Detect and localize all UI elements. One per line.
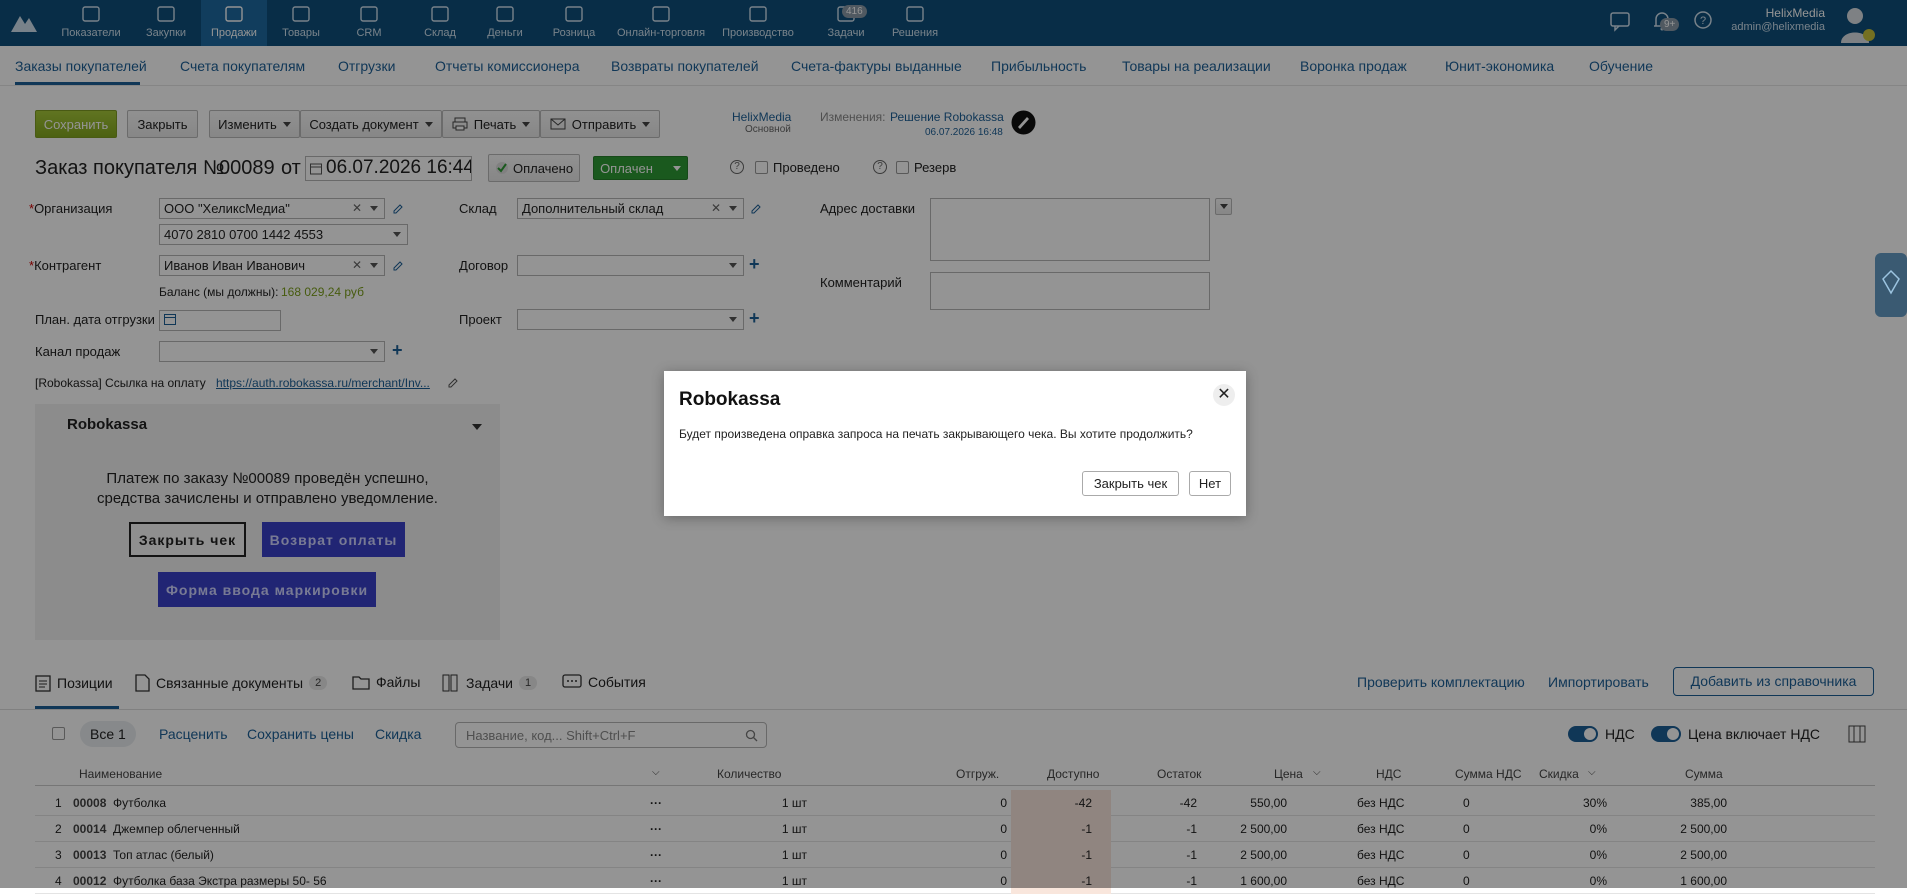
dialog-close-icon[interactable]: ✕ — [1213, 384, 1235, 406]
dialog-confirm-close-check-button[interactable]: Закрыть чек — [1082, 471, 1179, 496]
side-widget-tab[interactable] — [1875, 253, 1907, 317]
dialog-message: Будет произведена оправка запроса на печ… — [679, 427, 1193, 441]
robokassa-confirm-dialog: Robokassa ✕ Будет произведена оправка за… — [664, 371, 1246, 516]
dialog-cancel-button[interactable]: Нет — [1189, 471, 1231, 496]
dialog-title: Robokassa — [679, 389, 781, 410]
